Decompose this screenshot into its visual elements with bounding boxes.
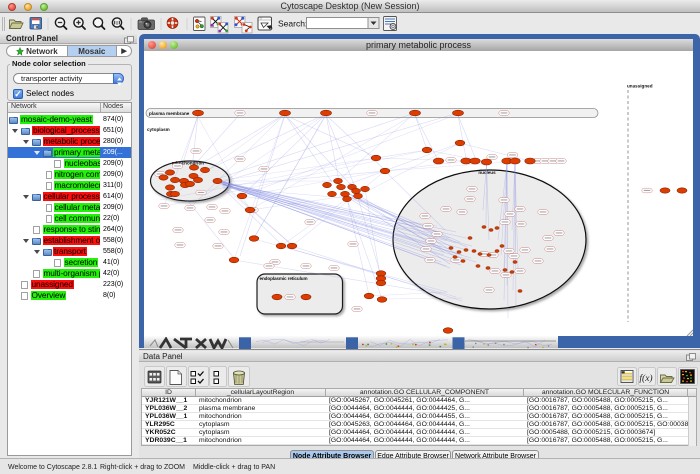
svg-text:plasma membrane: plasma membrane (149, 111, 190, 116)
svg-text:cytoplasm: cytoplasm (147, 127, 170, 132)
svg-text:Search:: Search: (278, 18, 307, 28)
svg-text:endoplasmic reticulum: endoplasmic reticulum (260, 276, 308, 281)
svg-text:f(x): f(x) (639, 373, 652, 384)
svg-text:nucleus: nucleus (478, 170, 496, 175)
svg-text:unassigned: unassigned (627, 84, 653, 89)
